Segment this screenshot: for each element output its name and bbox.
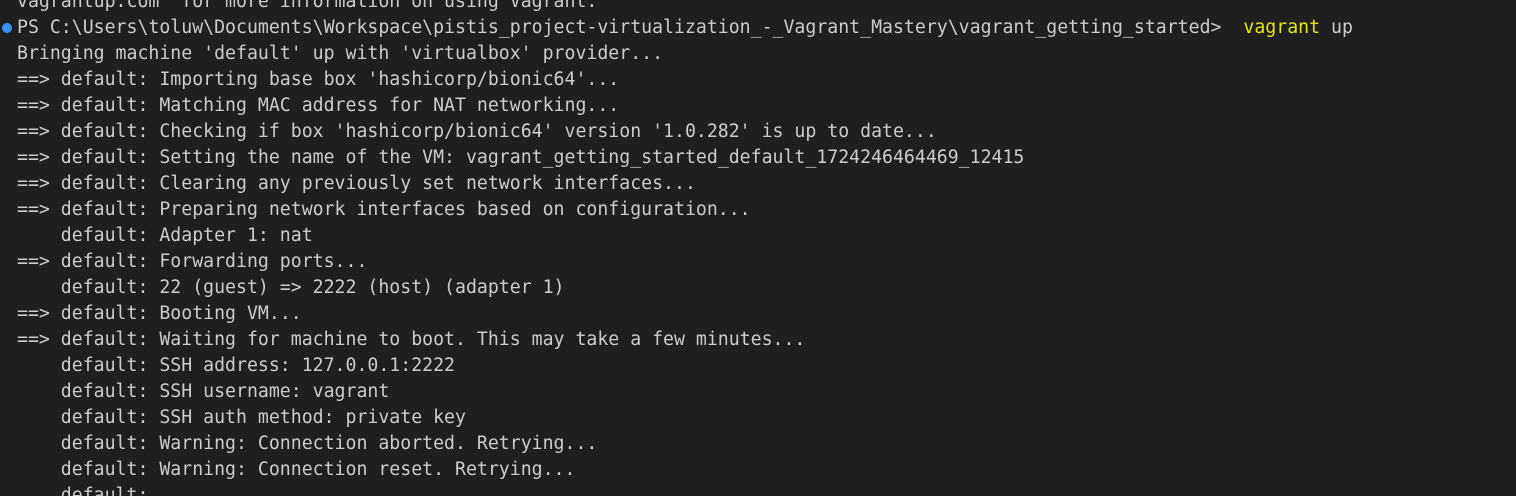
terminal-line-partial: vagrantup.com for more information on us… — [0, 0, 1353, 15]
output-text: ==> default: Forwarding ports... — [17, 251, 368, 272]
output-line: default: — [0, 483, 1353, 496]
output-line: default: SSH username: vagrant — [0, 379, 1353, 405]
output-text: default: SSH auth method: private key — [17, 407, 466, 428]
output-line: default: Warning: Connection reset. Retr… — [0, 457, 1353, 483]
output-line: ==> default: Checking if box 'hashicorp/… — [0, 119, 1353, 145]
output-text: ==> default: Booting VM... — [17, 303, 302, 324]
output-text: ==> default: Setting the name of the VM:… — [17, 147, 1025, 168]
output-line: ==> default: Waiting for machine to boot… — [0, 327, 1353, 353]
command-text: vagrant — [1243, 17, 1321, 38]
output-line: default: 22 (guest) => 2222 (host) (adap… — [0, 275, 1353, 301]
terminal-output: vagrantup.com for more information on us… — [0, 0, 1353, 496]
output-line: ==> default: Preparing network interface… — [0, 197, 1353, 223]
output-text: default: SSH address: 127.0.0.1:2222 — [17, 355, 455, 376]
output-line: default: SSH address: 127.0.0.1:2222 — [0, 353, 1353, 379]
prompt-line: PS C:\Users\toluw\Documents\Workspace\pi… — [0, 15, 1353, 41]
output-line: Bringing machine 'default' up with 'virt… — [0, 41, 1353, 67]
output-text: ==> default: Waiting for machine to boot… — [17, 329, 806, 350]
partial-line-text: vagrantup.com for more information on us… — [17, 0, 598, 12]
prompt-text: PS C:\Users\toluw\Documents\Workspace\pi… — [17, 17, 1244, 38]
output-text: default: SSH username: vagrant — [17, 381, 390, 402]
terminal-panel[interactable]: vagrantup.com for more information on us… — [0, 0, 1516, 496]
command-arg-text: up — [1320, 17, 1353, 38]
output-line: ==> default: Setting the name of the VM:… — [0, 145, 1353, 171]
output-line: ==> default: Importing base box 'hashico… — [0, 67, 1353, 93]
output-line: ==> default: Clearing any previously set… — [0, 171, 1353, 197]
output-line: default: Warning: Connection aborted. Re… — [0, 431, 1353, 457]
output-text: default: Warning: Connection aborted. Re… — [17, 433, 598, 454]
output-text: default: Adapter 1: nat — [17, 225, 313, 246]
output-line: default: Adapter 1: nat — [0, 223, 1353, 249]
output-text: ==> default: Checking if box 'hashicorp/… — [17, 121, 937, 142]
output-line: default: SSH auth method: private key — [0, 405, 1353, 431]
output-text: ==> default: Preparing network interface… — [17, 199, 751, 220]
output-line: ==> default: Forwarding ports... — [0, 249, 1353, 275]
output-text: ==> default: Importing base box 'hashico… — [17, 69, 620, 90]
output-text: ==> default: Matching MAC address for NA… — [17, 95, 620, 116]
command-decoration-icon[interactable] — [2, 23, 12, 33]
output-text: default: 22 (guest) => 2222 (host) (adap… — [17, 277, 565, 298]
output-line: ==> default: Matching MAC address for NA… — [0, 93, 1353, 119]
output-text: Bringing machine 'default' up with 'virt… — [17, 43, 664, 64]
output-text: ==> default: Clearing any previously set… — [17, 173, 696, 194]
output-text: default: — [17, 485, 149, 496]
output-text: default: Warning: Connection reset. Retr… — [17, 459, 576, 480]
output-line: ==> default: Booting VM... — [0, 301, 1353, 327]
